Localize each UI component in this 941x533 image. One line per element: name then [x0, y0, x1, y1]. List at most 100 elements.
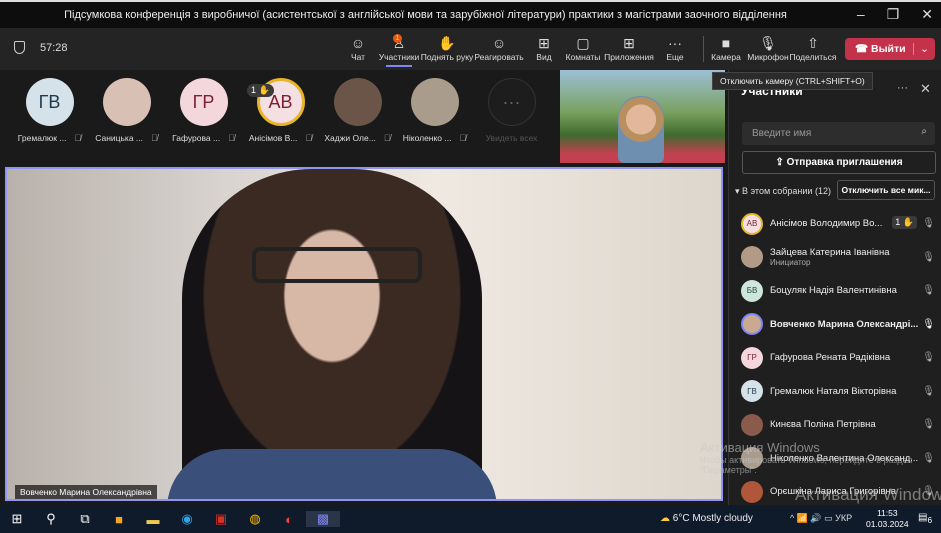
mic-off-icon: 🎙̸ — [459, 133, 467, 143]
avatar: ГР — [179, 78, 228, 126]
mic-off-icon[interactable]: 🎙 — [922, 386, 935, 397]
participant-name: Анісімов Володимир Во... — [770, 218, 883, 230]
avatar — [102, 78, 151, 126]
avatar — [741, 246, 763, 269]
participant-name: Гафурова Рената Радіківна — [770, 352, 891, 364]
teams-icon[interactable]: ▩ — [306, 511, 340, 527]
gallery-participant[interactable]: Хаджи Оле... 🎙̸ — [319, 78, 396, 143]
avatar: ГР — [741, 346, 763, 369]
title-bar: Підсумкова конференція з виробничої (аси… — [0, 0, 941, 28]
raised-hand-badge: 1 ✋ — [892, 216, 917, 229]
mute-all-button[interactable]: Отключить все мик... — [837, 180, 935, 200]
participant-list-item[interactable]: Зайцева Катерина Іванівна Инициатор 🎙 — [741, 241, 941, 275]
maximize-button[interactable]: ❐ — [887, 6, 900, 23]
participant-gallery: ГВ Гремалюк ... 🎙̸ Саницька ... 🎙̸ ГР Гафур… — [11, 78, 550, 143]
mic-off-icon[interactable]: 🎙 — [922, 218, 935, 229]
invite-button[interactable]: ⇪ Отправка приглашения — [742, 151, 936, 174]
yandex-browser-icon[interactable]: ◐ — [272, 512, 306, 527]
share-icon: ⇪ — [775, 157, 787, 168]
plus-icon: ⊞ — [623, 35, 635, 51]
chrome-icon[interactable]: ◍ — [238, 511, 272, 527]
activation-watermark-large: Активация Windows — [795, 485, 941, 504]
more-icon[interactable]: ··· — [897, 82, 908, 94]
mic-off-icon: 🎙̸ — [228, 133, 235, 143]
rooms-icon: ▢ — [576, 35, 590, 51]
weather-widget[interactable]: ☁ 6°C Mostly cloudy — [660, 513, 753, 524]
gallery-participant[interactable]: ГР Гафурова ... 🎙̸ — [165, 78, 242, 143]
participant-list-item[interactable]: АВ Анісімов Володимир Во... 1 ✋ 🎙 — [741, 207, 941, 241]
participant-name: Гремалюк Наталя Вікторівна — [770, 385, 897, 397]
participant-role: Инициатор — [770, 258, 811, 268]
close-button[interactable]: ✕ — [921, 6, 933, 23]
section-header[interactable]: ▾ В этом собрании (12) — [735, 186, 831, 197]
gallery-participant[interactable]: Саницька ... 🎙̸ — [88, 78, 165, 143]
toolbar-hand-button[interactable]: ✋ Поднять руку — [419, 34, 475, 62]
participant-name: Гремалюк ... — [17, 133, 67, 143]
video-name-label: Вовченко Марина Олександрівна — [15, 485, 157, 499]
hand-icon: ✋ — [438, 35, 456, 51]
search-input[interactable]: Введите имя ⌕ — [742, 122, 935, 145]
toolbar-share-button[interactable]: ⇧ Поделиться — [785, 34, 841, 62]
participant-name: Гафурова ... — [172, 133, 221, 143]
window-title: Підсумкова конференція з виробничої (аси… — [64, 9, 787, 21]
mic-off-icon: 🎙̸ — [383, 133, 391, 143]
leave-button[interactable]: ☎ Выйти ⌄ — [845, 38, 935, 60]
windows-start-icon[interactable]: ⊞ — [0, 511, 34, 527]
edge-icon[interactable]: ◉ — [170, 511, 204, 527]
avatar — [741, 413, 763, 436]
participant-list-item[interactable]: БВ Боцуляк Надія Валентинівна 🎙 — [741, 274, 941, 308]
search-icon[interactable]: ⚲ — [34, 511, 68, 527]
participant-list-item[interactable]: ГР Гафурова Рената Радіківна 🎙 — [741, 341, 941, 375]
close-icon[interactable]: ✕ — [920, 81, 931, 97]
clock[interactable]: 11:53 01.03.2024 — [866, 508, 909, 530]
avatar: АВ — [741, 212, 763, 235]
chevron-down-icon[interactable]: ⌄ — [913, 43, 935, 55]
avatar — [333, 78, 382, 126]
avatar — [741, 480, 763, 503]
mic-off-icon[interactable]: 🎙 — [922, 285, 935, 296]
participant-name: Боцуляк Надія Валентинівна — [770, 285, 897, 297]
taskbar: ⊞ ⚲ ⧉ ■ ▬ ◉ ▣ ◍ ◐ ▩ ☁ 6°C Mostly cloudy … — [0, 505, 941, 533]
gallery-participant[interactable]: Ніколенко ... 🎙̸ — [396, 78, 473, 143]
self-video[interactable] — [560, 70, 725, 163]
main-video[interactable]: Вовченко Марина Олександрівна — [5, 167, 723, 501]
participant-name: Увидеть всех — [485, 133, 538, 143]
minimize-button[interactable]: – — [857, 6, 865, 23]
participant-name: Саницька ... — [95, 133, 144, 143]
participant-list-item[interactable]: Кинєва Поліна Петрівна 🎙 — [741, 408, 941, 442]
cloud-icon: ☁ — [660, 513, 673, 524]
mic-off-icon: 🎙̸ — [305, 133, 313, 143]
toolbar-more-button[interactable]: ··· Еще — [647, 34, 703, 62]
avatar: ГВ — [25, 78, 74, 126]
share-icon: ⇧ — [807, 35, 819, 51]
store-icon[interactable]: ■ — [102, 512, 136, 527]
acrobat-icon[interactable]: ▣ — [204, 511, 238, 527]
file-explorer-icon[interactable]: ▬ — [136, 512, 170, 527]
meeting-timer: 57:28 — [40, 42, 68, 54]
raised-hand-badge: 1 ✋ — [247, 84, 274, 97]
mic-off-icon[interactable]: 🎙 — [922, 352, 935, 363]
camera-icon: ■ — [721, 35, 731, 51]
gallery-participant[interactable]: ГВ Гремалюк ... 🎙̸ — [11, 78, 88, 143]
system-tray[interactable]: ^ 📶 🔊 ▭ УКР — [790, 513, 852, 524]
mic-off-icon[interactable]: 🎙 — [922, 419, 935, 430]
mic-off-icon: 🎙 — [759, 35, 777, 51]
search-icon: ⌕ — [921, 126, 927, 137]
notifications-icon[interactable]: ▤6 — [918, 512, 932, 525]
shield-icon — [14, 41, 25, 54]
participant-name: Кинєва Поліна Петрівна — [770, 419, 876, 431]
gallery-participant[interactable]: ··· Увидеть всех — [473, 78, 550, 143]
task-view-icon[interactable]: ⧉ — [68, 511, 102, 527]
mic-off-icon[interactable]: 🎙 — [922, 252, 935, 263]
mic-icon[interactable]: 🎙 — [922, 319, 935, 330]
participant-list-item[interactable]: Вовченко Марина Олександрі... 🎙 — [741, 308, 941, 342]
participant-name: Анісімов В... — [248, 133, 298, 143]
participant-list-item[interactable]: ГВ Гремалюк Наталя Вікторівна 🎙 — [741, 375, 941, 409]
chat-icon: ☺ — [350, 35, 366, 51]
mic-off-icon: 🎙̸ — [151, 133, 158, 143]
activation-watermark: Активация Windows Чтобы активировать Wind… — [700, 440, 913, 475]
notification-badge: 1 — [393, 34, 402, 43]
avatar: БВ — [741, 279, 763, 302]
participant-name: Вовченко Марина Олександрі... — [770, 318, 919, 330]
smile-icon: ☺ — [491, 35, 507, 51]
